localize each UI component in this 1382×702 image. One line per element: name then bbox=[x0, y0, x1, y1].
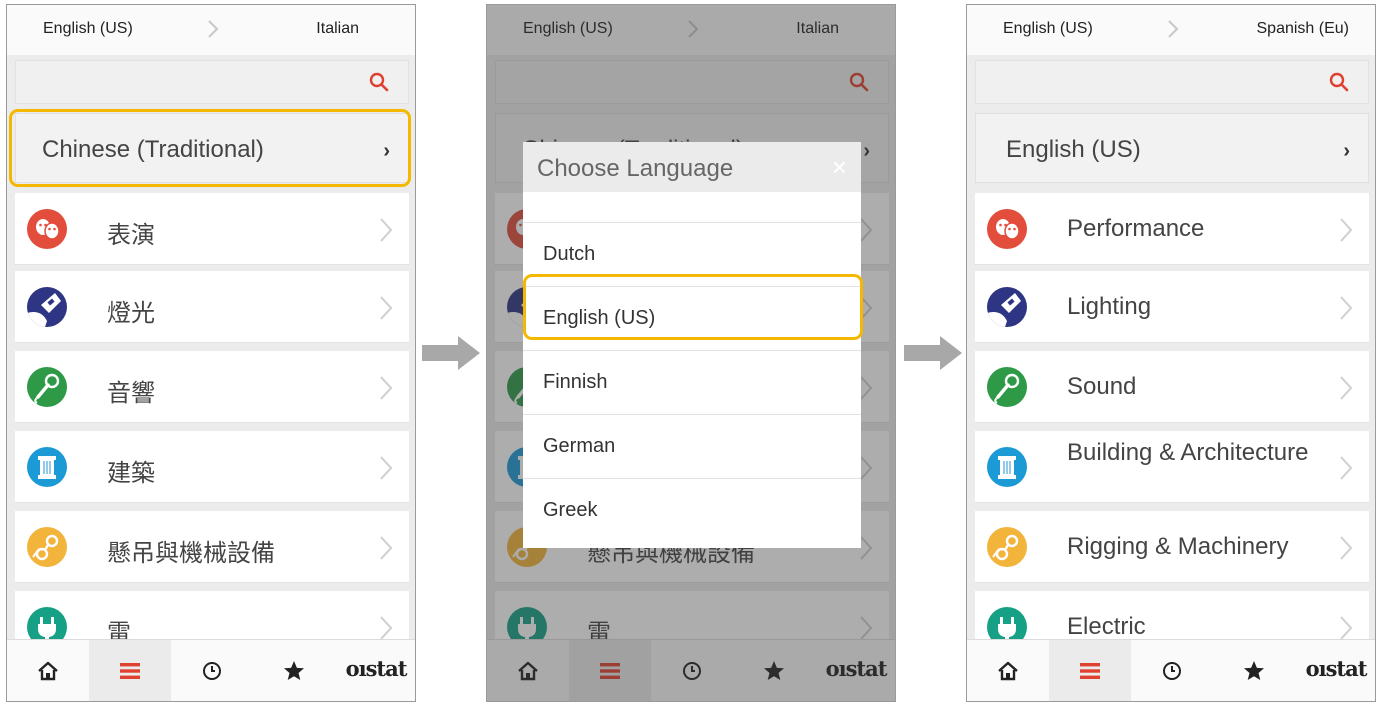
category-item[interactable]: 燈光 bbox=[15, 271, 409, 343]
search-icon[interactable] bbox=[368, 71, 390, 93]
current-language-selector[interactable]: English (US) › bbox=[975, 113, 1369, 183]
close-icon[interactable]: × bbox=[832, 152, 847, 183]
history-clock-icon bbox=[203, 662, 221, 680]
home-icon bbox=[38, 661, 58, 681]
chevron-right-icon bbox=[1168, 20, 1179, 38]
tab-history-clock[interactable] bbox=[171, 640, 253, 701]
search-bar[interactable] bbox=[15, 60, 409, 104]
chevron-right-icon bbox=[1340, 456, 1353, 480]
rigging-gear-icon bbox=[27, 527, 67, 567]
tab-oistat-logo[interactable]: oıstat bbox=[1295, 640, 1375, 701]
lighting-spotlight-icon bbox=[27, 287, 67, 327]
tab-favorite-star[interactable] bbox=[253, 640, 335, 701]
flow-arrow-icon bbox=[422, 336, 480, 370]
language-option-label: Dutch bbox=[543, 243, 596, 265]
tab-bar: oıstat bbox=[7, 639, 415, 701]
highlight-frame bbox=[523, 274, 863, 340]
category-label: Performance bbox=[1067, 215, 1205, 242]
oistat-logo: oıstat bbox=[1305, 656, 1368, 681]
category-item[interactable]: 建築 bbox=[15, 431, 409, 503]
category-item[interactable]: 懸吊與機械設備 bbox=[15, 511, 409, 583]
category-label: 音響 bbox=[107, 380, 155, 407]
phone-screen-3: English (US) Spanish (Eu) English (US) ›… bbox=[966, 4, 1376, 702]
chevron-right-icon bbox=[1340, 296, 1353, 320]
category-label: 表演 bbox=[107, 222, 155, 249]
chevron-right-icon bbox=[380, 218, 393, 242]
oistat-logo: oıstat bbox=[345, 656, 408, 681]
phone-screen-1: English (US) Italian Chinese (Traditiona… bbox=[6, 4, 416, 702]
performance-masks-icon bbox=[987, 209, 1027, 249]
favorite-star-icon bbox=[284, 661, 304, 680]
choose-language-dialog: Choose Language × Dutch English (US) Fin… bbox=[523, 142, 863, 548]
chevron-right-icon: › bbox=[1343, 140, 1350, 162]
language-option[interactable]: Finnish bbox=[523, 350, 861, 414]
favorite-star-icon bbox=[1244, 661, 1264, 680]
category-label: Building & Architecture bbox=[1067, 439, 1309, 466]
chevron-right-icon bbox=[1340, 616, 1353, 640]
chevron-right-icon bbox=[208, 20, 219, 38]
category-item[interactable]: Rigging & Machinery bbox=[975, 511, 1369, 583]
language-pair-bar: English (US) Spanish (Eu) bbox=[967, 5, 1375, 55]
chevron-right-icon bbox=[1340, 218, 1353, 242]
category-label: 懸吊與機械設備 bbox=[107, 540, 275, 567]
phone-screen-2: English (US) Italian Chinese (Traditiona… bbox=[486, 4, 896, 702]
language-option-label: Greek bbox=[543, 499, 598, 521]
chevron-right-icon bbox=[380, 456, 393, 480]
tab-menu-list[interactable] bbox=[1049, 640, 1131, 701]
home-icon bbox=[998, 661, 1018, 681]
language-option[interactable]: German bbox=[523, 414, 861, 478]
history-clock-icon bbox=[1163, 662, 1181, 680]
source-language[interactable]: English (US) bbox=[43, 20, 133, 38]
language-option-label: Finnish bbox=[543, 371, 608, 393]
category-label: Sound bbox=[1067, 373, 1137, 400]
dialog-header: Choose Language × bbox=[523, 142, 861, 192]
category-item[interactable]: Performance bbox=[975, 193, 1369, 265]
category-item[interactable]: 音響 bbox=[15, 351, 409, 423]
tab-bar: oıstat bbox=[967, 639, 1375, 701]
chevron-right-icon bbox=[380, 536, 393, 560]
language-option-label: German bbox=[543, 435, 616, 457]
chevron-right-icon bbox=[380, 376, 393, 400]
current-language-label: English (US) bbox=[1006, 136, 1141, 163]
highlight-frame bbox=[9, 109, 411, 187]
category-label: Electric bbox=[1067, 613, 1146, 640]
menu-list-icon bbox=[120, 663, 140, 679]
target-language[interactable]: Italian bbox=[316, 20, 359, 38]
language-pair-bar: English (US) Italian bbox=[7, 5, 415, 55]
chevron-right-icon bbox=[1340, 376, 1353, 400]
tab-home[interactable] bbox=[7, 640, 89, 701]
category-item[interactable]: Lighting bbox=[975, 271, 1369, 343]
category-item[interactable]: Building & Architecture bbox=[975, 431, 1369, 503]
search-bar[interactable] bbox=[975, 60, 1369, 104]
chevron-right-icon bbox=[1340, 536, 1353, 560]
chevron-right-icon bbox=[380, 616, 393, 640]
sound-microphone-icon bbox=[987, 367, 1027, 407]
performance-masks-icon bbox=[27, 209, 67, 249]
search-icon[interactable] bbox=[1328, 71, 1350, 93]
lighting-spotlight-icon bbox=[987, 287, 1027, 327]
tab-history-clock[interactable] bbox=[1131, 640, 1213, 701]
architecture-column-icon bbox=[987, 447, 1027, 487]
architecture-column-icon bbox=[27, 447, 67, 487]
source-language[interactable]: English (US) bbox=[1003, 20, 1093, 38]
rigging-gear-icon bbox=[987, 527, 1027, 567]
flow-arrow-icon bbox=[904, 336, 962, 370]
dialog-title: Choose Language bbox=[537, 155, 734, 182]
category-label: Lighting bbox=[1067, 293, 1152, 320]
tab-oistat-logo[interactable]: oıstat bbox=[335, 640, 415, 701]
category-item[interactable]: Sound bbox=[975, 351, 1369, 423]
tab-menu-list[interactable] bbox=[89, 640, 171, 701]
menu-list-icon bbox=[1080, 663, 1100, 679]
category-label: 燈光 bbox=[107, 300, 155, 327]
target-language[interactable]: Spanish (Eu) bbox=[1257, 20, 1350, 38]
chevron-right-icon bbox=[380, 296, 393, 320]
tab-home[interactable] bbox=[967, 640, 1049, 701]
category-label: 建築 bbox=[107, 460, 155, 487]
category-label: Rigging & Machinery bbox=[1067, 533, 1289, 560]
language-option[interactable]: Greek bbox=[523, 478, 861, 542]
tab-favorite-star[interactable] bbox=[1213, 640, 1295, 701]
sound-microphone-icon bbox=[27, 367, 67, 407]
category-item[interactable]: 表演 bbox=[15, 193, 409, 265]
